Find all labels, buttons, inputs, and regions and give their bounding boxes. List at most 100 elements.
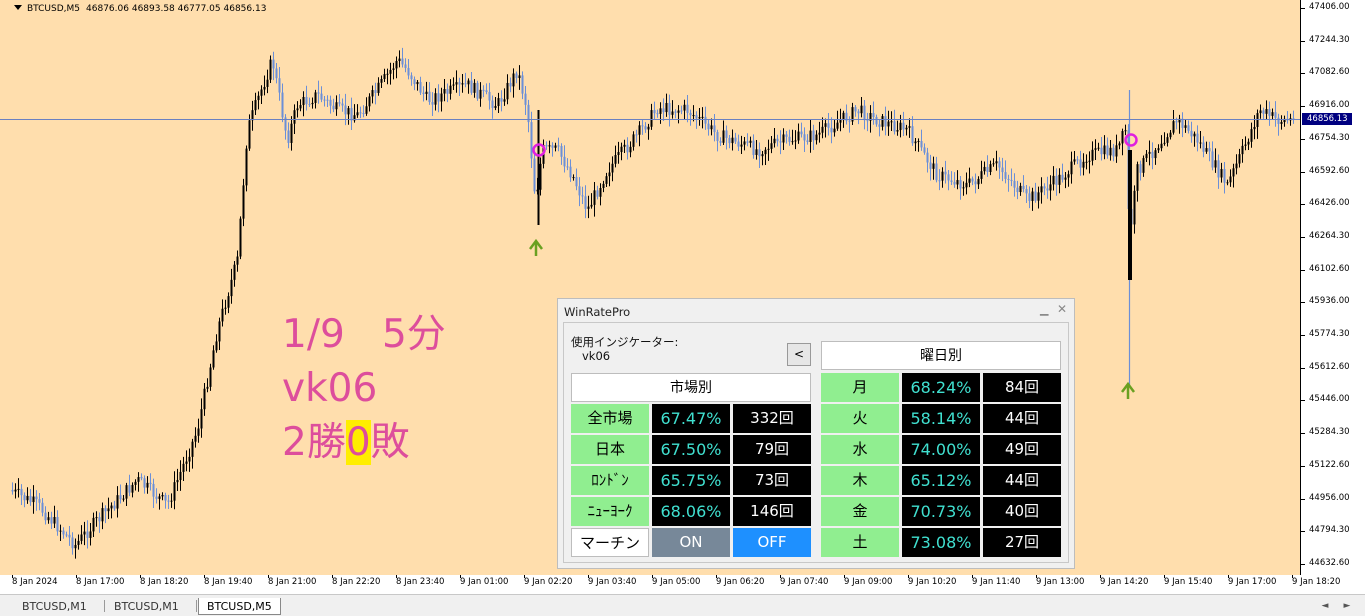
- candle-body: [983, 166, 986, 172]
- candle-body: [401, 58, 404, 65]
- candle-body: [338, 102, 341, 104]
- weekday-rate-tue: 58.14%: [902, 404, 980, 433]
- candle-body: [131, 484, 134, 493]
- tab-btcusd-m1-2[interactable]: BTCUSD,M1: [106, 598, 187, 615]
- candle-body: [203, 388, 206, 410]
- candle-body: [755, 149, 758, 155]
- candle-body: [572, 177, 575, 179]
- weekday-label-mon: 月: [821, 373, 899, 402]
- close-icon[interactable]: ✕: [1057, 302, 1067, 316]
- candle-body: [479, 89, 482, 99]
- candle-body: [665, 102, 668, 113]
- candle-body: [833, 128, 836, 133]
- candle-body: [512, 73, 515, 87]
- candle-body: [269, 59, 272, 80]
- candle-body: [317, 92, 320, 94]
- candle-body: [614, 155, 617, 164]
- candle-body: [521, 75, 524, 94]
- candle-body: [650, 110, 653, 127]
- candle-body: [938, 180, 941, 182]
- price-tick: [1301, 302, 1305, 304]
- dropdown-arrow-icon[interactable]: [14, 5, 22, 10]
- weekday-header[interactable]: 曜日別: [821, 341, 1061, 370]
- candle-body: [1169, 132, 1172, 138]
- candle-body: [371, 90, 374, 97]
- market-count-london: 73回: [733, 466, 811, 495]
- candle-body: [791, 141, 794, 143]
- candle-body: [1250, 129, 1253, 142]
- candle-body: [341, 103, 344, 106]
- candle-body: [104, 508, 107, 512]
- candle-body: [101, 508, 104, 522]
- candle-body: [350, 108, 353, 121]
- candle-body: [971, 178, 974, 182]
- weekday-count-sat: 27回: [983, 528, 1061, 557]
- martingale-label: マーチン: [571, 528, 649, 557]
- candle-body: [611, 163, 614, 173]
- scroll-right-icon[interactable]: ►: [1340, 599, 1354, 613]
- chart-text-annotation[interactable]: 1/9 5分 vk06 2勝0敗: [282, 308, 446, 470]
- annotation-loss-label: 敗: [370, 420, 410, 465]
- candle-body: [1094, 148, 1097, 150]
- annotation-wins: 2勝: [282, 420, 346, 465]
- candle-body: [335, 102, 338, 110]
- price-tick: [1301, 498, 1305, 500]
- candle-body: [830, 127, 833, 133]
- price-tick-label: 46754.30: [1309, 132, 1350, 143]
- candle-body: [1163, 142, 1166, 144]
- candle-body: [731, 137, 734, 144]
- candle-body: [1121, 131, 1124, 144]
- price-axis[interactable]: 46856.13 47406.00 47244.30 47082.60 46916.0…: [1300, 0, 1365, 575]
- candle-body: [1232, 168, 1235, 177]
- candle-body: [161, 494, 164, 497]
- indicator-label: 使用インジケーター:: [571, 335, 679, 349]
- candle-body: [941, 171, 944, 181]
- candle-body: [794, 140, 797, 142]
- candle-body: [173, 482, 176, 501]
- candle-body: [1196, 133, 1199, 143]
- winratepro-panel[interactable]: WinRatePro ▁ ✕ 使用インジケーター: vk06 < 市場別 曜日別…: [557, 298, 1075, 569]
- candle-body: [635, 134, 638, 136]
- candle-body: [287, 130, 290, 143]
- market-count-newyork: 146回: [733, 497, 811, 526]
- candle-body: [140, 477, 143, 479]
- candle-body: [881, 116, 884, 127]
- candle-body: [224, 307, 227, 309]
- martingale-on-button[interactable]: ON: [652, 528, 730, 557]
- candle-body: [812, 130, 815, 141]
- candle-body: [1271, 112, 1274, 116]
- collapse-button[interactable]: <: [787, 343, 811, 366]
- candle-body: [461, 83, 464, 85]
- candle-body: [995, 161, 998, 164]
- candle-body: [533, 158, 536, 192]
- time-tick-label: 8 Jan 2024: [12, 577, 58, 587]
- price-tick: [1301, 236, 1305, 238]
- candle-body: [206, 386, 209, 389]
- tab-btcusd-m1[interactable]: BTCUSD,M1: [14, 598, 95, 615]
- scroll-left-icon[interactable]: ◄: [1318, 599, 1332, 613]
- market-rate-london: 65.75%: [652, 466, 730, 495]
- candle-body: [980, 171, 983, 179]
- candle-body: [1253, 126, 1256, 130]
- minimize-icon[interactable]: ▁: [1040, 303, 1048, 316]
- candle-body: [428, 91, 431, 103]
- candle-body: [356, 112, 359, 116]
- candle-body: [1088, 160, 1091, 162]
- candle-body: [695, 115, 698, 119]
- price-tick: [1301, 531, 1305, 533]
- market-header[interactable]: 市場別: [571, 373, 811, 402]
- martingale-off-button[interactable]: OFF: [733, 528, 811, 557]
- candle-body: [992, 163, 995, 165]
- time-axis[interactable]: 8 Jan 2024 8 Jan 17:00 8 Jan 18:20 8 Jan 19…: [0, 575, 1365, 593]
- candle-body: [698, 117, 701, 119]
- candle-body: [494, 105, 497, 108]
- candle-body: [47, 517, 50, 521]
- weekday-rate-wed: 74.00%: [902, 435, 980, 464]
- candle-body: [50, 517, 53, 524]
- candle-body: [1151, 151, 1154, 159]
- tab-btcusd-m5[interactable]: BTCUSD,M5: [198, 598, 281, 615]
- candle-body: [602, 183, 605, 189]
- time-tick-label: 9 Jan 05:00: [652, 577, 701, 587]
- candle-body: [1136, 164, 1139, 191]
- candle-body: [20, 488, 23, 496]
